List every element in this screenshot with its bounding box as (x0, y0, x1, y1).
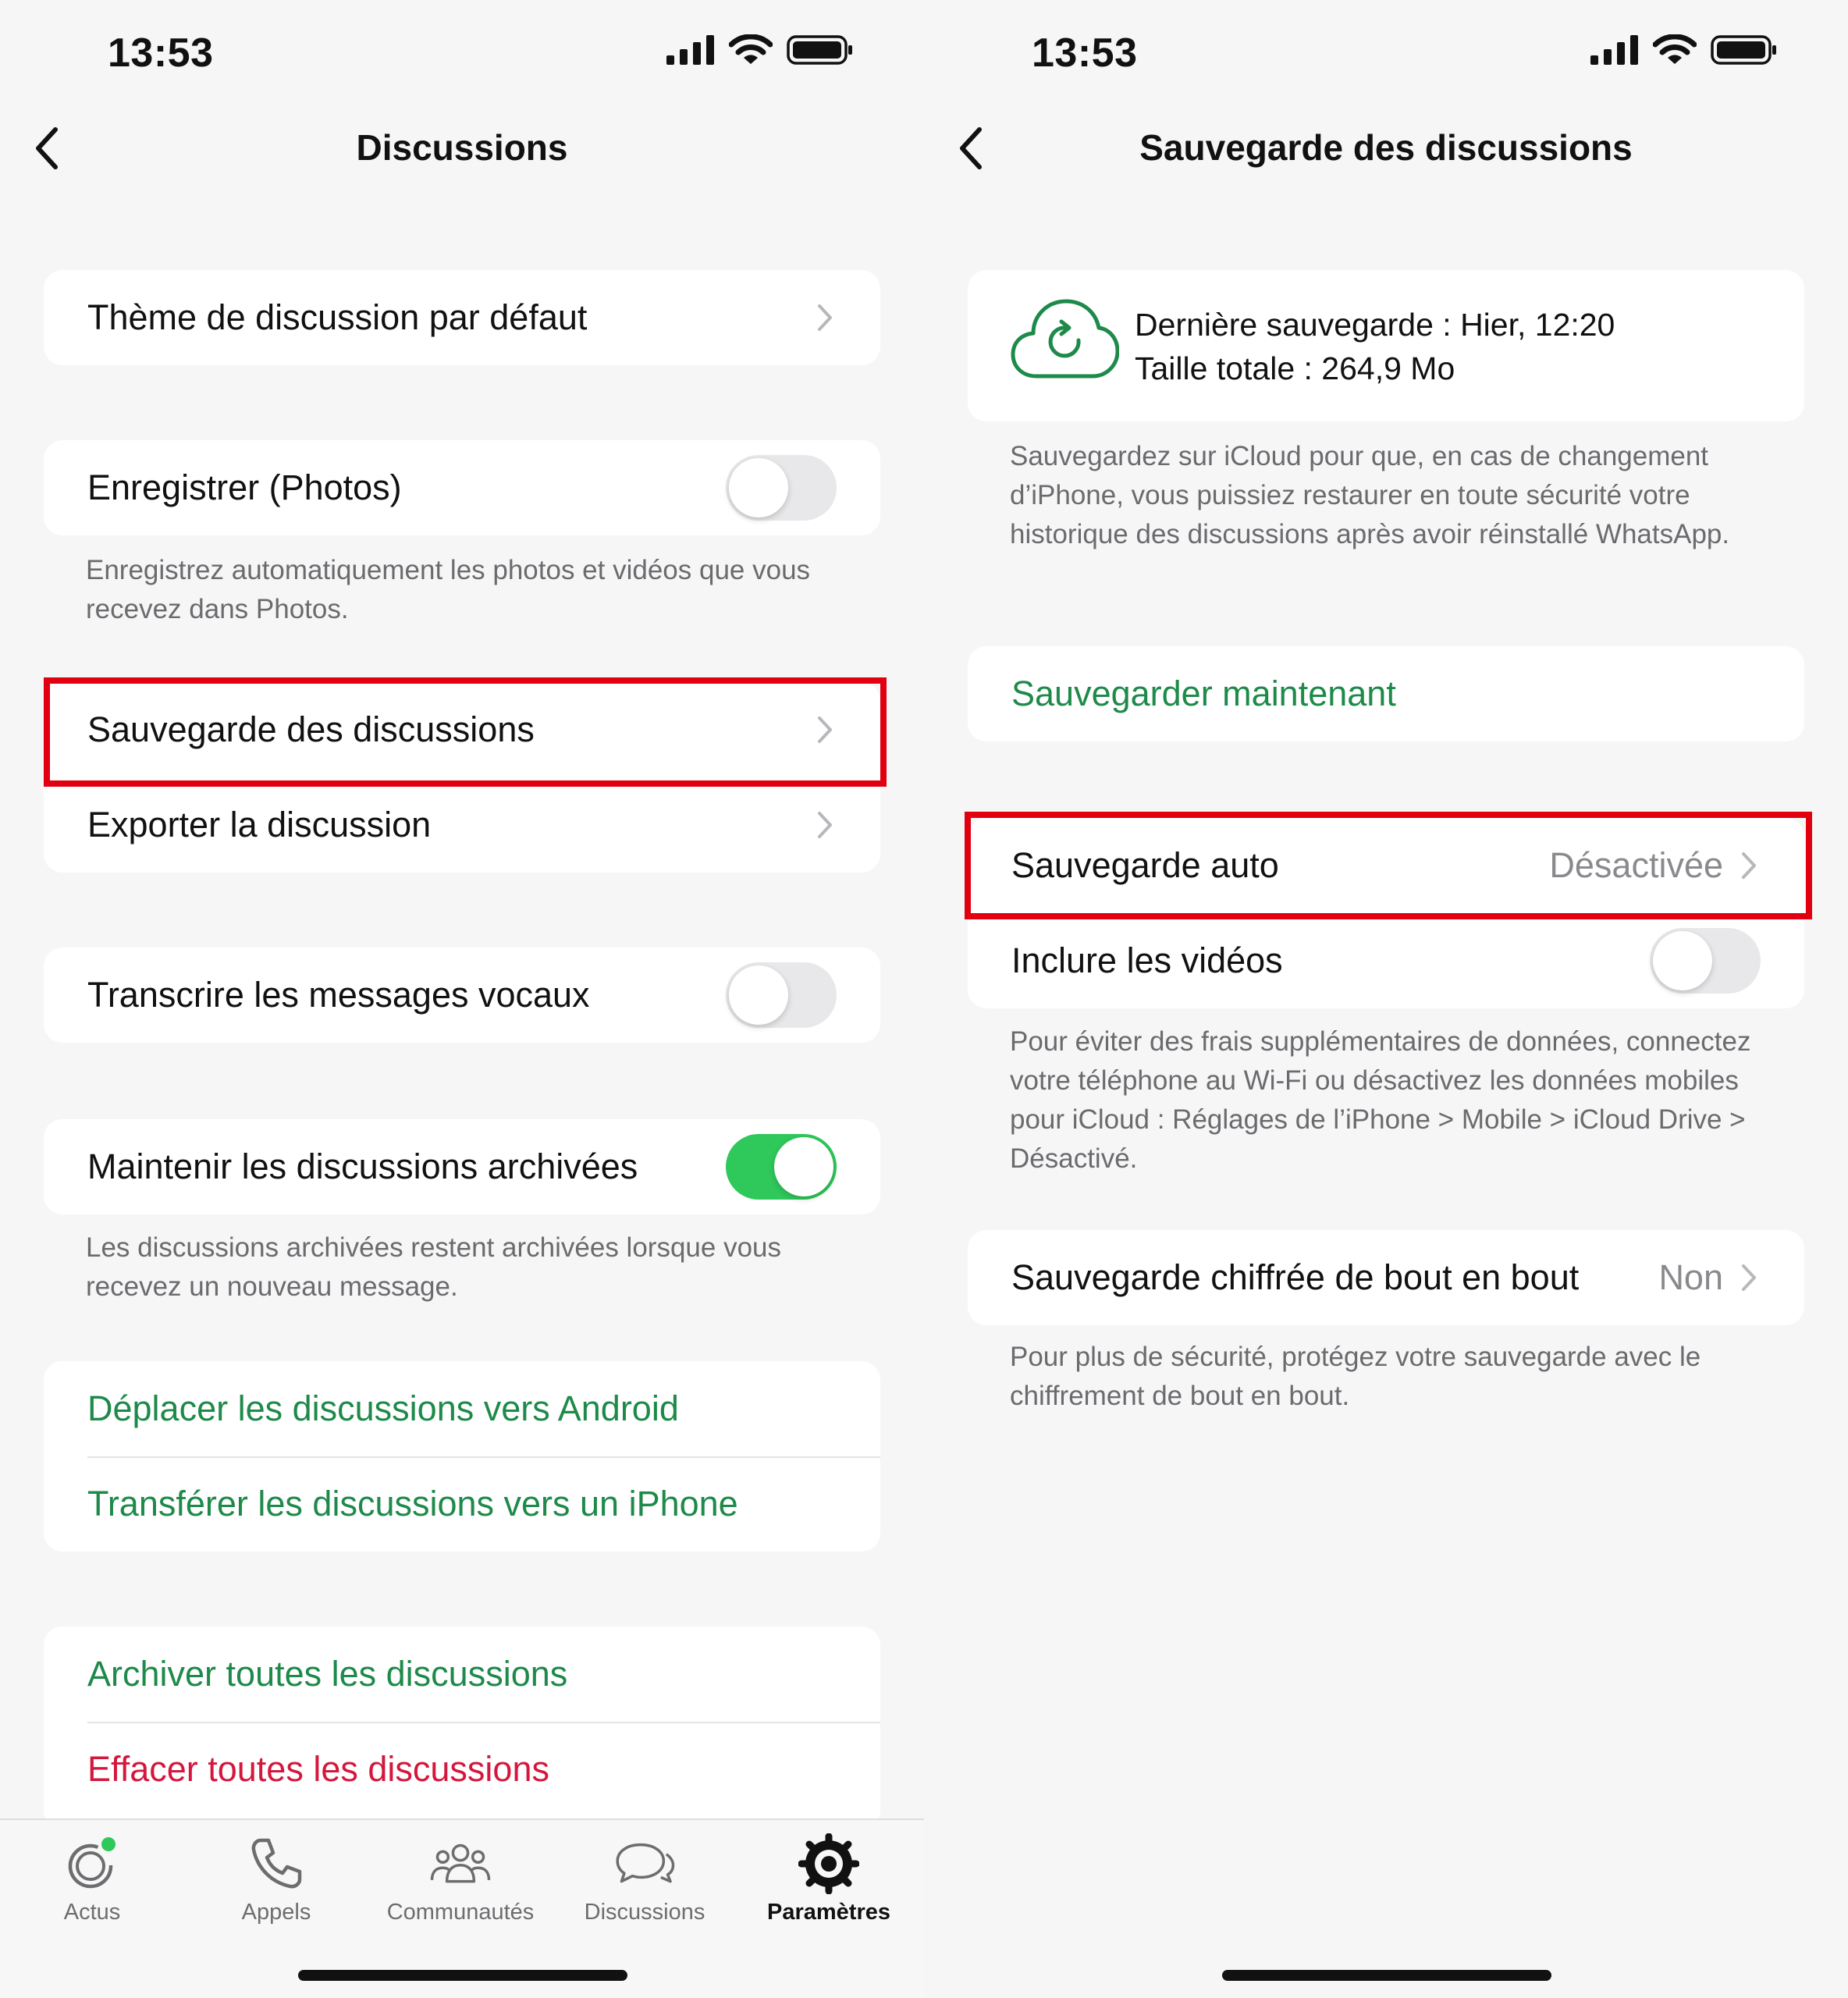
e2e-backup-card: Sauvegarde chiffrée de bout en bout Non (968, 1230, 1804, 1325)
row-label: Exporter la discussion (87, 805, 432, 844)
chevron-right-icon (1737, 1262, 1761, 1293)
battery-icon (1711, 35, 1776, 65)
row-separator (87, 1722, 880, 1723)
row-label: Déplacer les discussions vers Android (87, 1388, 679, 1428)
include-videos-toggle[interactable] (1650, 928, 1761, 994)
row-label: Archiver toutes les discussions (87, 1654, 568, 1694)
chevron-right-icon (1737, 850, 1761, 881)
status-time: 13:53 (1032, 30, 1138, 76)
chevron-right-icon (813, 302, 837, 333)
page-title: Sauvegarde des discussions (1139, 127, 1633, 168)
backup-now-button[interactable]: Sauvegarder maintenant (968, 646, 1804, 741)
row-label: Transcrire les messages vocaux (87, 975, 590, 1015)
status-time: 13:53 (108, 30, 214, 76)
settings-icon (798, 1833, 860, 1895)
navigation-bar: Discussions (0, 109, 924, 187)
tab-label: Discussions (584, 1900, 705, 1925)
transcribe-card: Transcrire les messages vocaux (44, 947, 880, 1043)
status-bar: 13:53 (924, 0, 1848, 109)
communities-icon (429, 1833, 492, 1895)
tab-label: Appels (241, 1900, 311, 1925)
save-to-photos-toggle[interactable] (726, 455, 837, 521)
tab-settings[interactable]: Paramètres (737, 1833, 921, 1925)
cloud-sync-icon (1011, 299, 1119, 379)
battery-icon (787, 35, 852, 65)
navigation-bar: Sauvegarde des discussions (924, 109, 1848, 187)
wifi-icon (729, 34, 773, 64)
chat-backup-screen: 13:53 Sauvegarde des discussions Dernièr… (924, 0, 1848, 1998)
tab-label: Actus (63, 1900, 121, 1925)
tab-chats[interactable]: Discussions (553, 1833, 737, 1925)
cellular-signal-icon (1590, 35, 1638, 65)
keep-chats-archived-row: Maintenir les discussions archivées (44, 1119, 880, 1214)
transcribe-toggle[interactable] (726, 962, 837, 1028)
tab-communities[interactable]: Communautés (368, 1833, 553, 1925)
save-photos-footer: Enregistrez automatiquement les photos e… (86, 555, 811, 624)
row-label: Enregistrer (Photos) (87, 468, 402, 507)
last-backup-text: Dernière sauvegarde : Hier, 12:20 (1135, 307, 1615, 343)
tab-calls[interactable]: Appels (184, 1833, 368, 1925)
page-title: Discussions (356, 127, 568, 168)
home-indicator[interactable] (298, 1970, 627, 1981)
include-videos-row: Inclure les vidéos (968, 913, 1804, 1008)
default-chat-theme-row[interactable]: Thème de discussion par défaut (44, 270, 880, 365)
total-size-text: Taille totale : 264,9 Mo (1135, 350, 1455, 386)
destructive-actions-card: Archiver toutes les discussions Effacer … (44, 1626, 880, 1829)
row-label: Sauvegarde auto (1011, 845, 1279, 885)
archive-all-chats-row[interactable]: Archiver toutes les discussions (44, 1626, 880, 1722)
phone-icon (245, 1833, 307, 1895)
transfer-chats-to-iphone-row[interactable]: Transférer les discussions vers un iPhon… (44, 1456, 880, 1552)
row-label: Sauvegarder maintenant (1011, 674, 1396, 713)
tab-label: Paramètres (767, 1900, 890, 1925)
row-label: Thème de discussion par défaut (87, 297, 588, 337)
icloud-info-footer: Sauvegardez sur iCloud pour que, en cas … (1010, 441, 1730, 549)
theme-card: Thème de discussion par défaut (44, 270, 880, 365)
cellular-signal-icon (666, 35, 714, 65)
e2e-encrypted-backup-row[interactable]: Sauvegarde chiffrée de bout en bout Non (968, 1230, 1804, 1325)
updates-icon (61, 1833, 123, 1895)
wifi-icon (1653, 34, 1697, 64)
save-photos-card: Enregistrer (Photos) (44, 440, 880, 535)
auto-backup-value: Désactivée (1549, 845, 1723, 885)
chevron-right-icon (813, 714, 837, 745)
videos-data-footer: Pour éviter des frais supplémentaires de… (1010, 1026, 1751, 1174)
chat-backup-row[interactable]: Sauvegarde des discussions (44, 682, 880, 777)
row-label: Sauvegarde des discussions (87, 709, 535, 749)
transcribe-voice-messages-row: Transcrire les messages vocaux (44, 947, 880, 1043)
save-to-photos-row: Enregistrer (Photos) (44, 440, 880, 535)
row-label: Effacer toutes les discussions (87, 1749, 549, 1789)
keep-archived-card: Maintenir les discussions archivées (44, 1119, 880, 1214)
row-label: Sauvegarde chiffrée de bout en bout (1011, 1257, 1580, 1297)
home-indicator[interactable] (1222, 1970, 1551, 1981)
chats-settings-screen: 13:53 Discussions Thème de discussion pa… (0, 0, 924, 1998)
chevron-right-icon (813, 809, 837, 841)
status-bar: 13:53 (0, 0, 924, 109)
clear-all-chats-row[interactable]: Effacer toutes les discussions (44, 1722, 880, 1817)
chats-icon (613, 1833, 676, 1895)
tab-updates[interactable]: Actus (0, 1833, 184, 1925)
row-label: Inclure les vidéos (1011, 940, 1283, 980)
export-chat-row[interactable]: Exporter la discussion (44, 777, 880, 873)
backup-info-card: Dernière sauvegarde : Hier, 12:20 Taille… (968, 270, 1804, 421)
tab-label: Communautés (386, 1900, 535, 1925)
backup-export-card: Sauvegarde des discussions Exporter la d… (44, 682, 880, 873)
row-separator (87, 1456, 880, 1458)
row-label: Maintenir les discussions archivées (87, 1147, 638, 1186)
backup-now-card: Sauvegarder maintenant (968, 646, 1804, 741)
e2e-footer: Pour plus de sécurité, protégez votre sa… (1010, 1342, 1701, 1411)
auto-backup-card: Sauvegarde auto Désactivée Inclure les v… (968, 818, 1804, 1008)
keep-archived-toggle[interactable] (726, 1134, 837, 1200)
e2e-backup-value: Non (1658, 1257, 1723, 1297)
keep-archived-footer: Les discussions archivées restent archiv… (86, 1232, 781, 1302)
auto-backup-row[interactable]: Sauvegarde auto Désactivée (968, 818, 1804, 913)
move-chats-to-android-row[interactable]: Déplacer les discussions vers Android (44, 1361, 880, 1456)
row-label: Transférer les discussions vers un iPhon… (87, 1484, 738, 1523)
transfer-card: Déplacer les discussions vers Android Tr… (44, 1361, 880, 1552)
